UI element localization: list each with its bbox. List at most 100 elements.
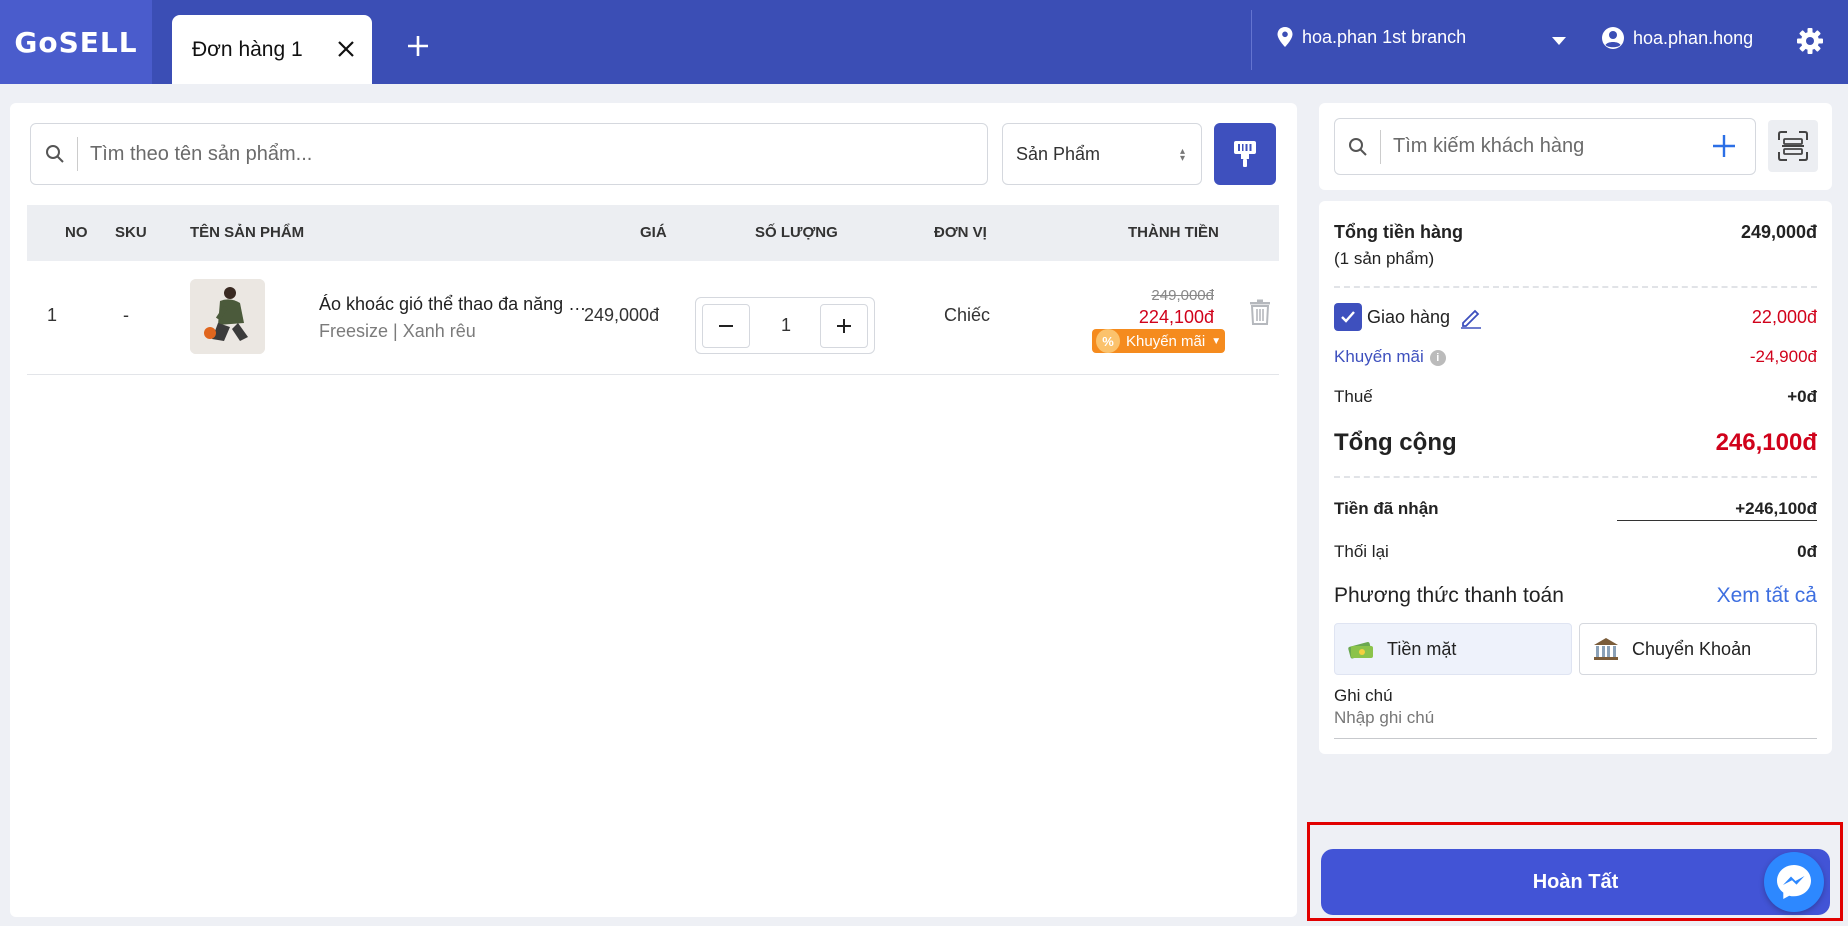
change-value: 0đ (1797, 542, 1817, 561)
subtotal-value: 249,000đ (1740, 222, 1817, 242)
order-summary: Tổng tiền hàng (1 sản phẩm) 249,000đ Gia… (1319, 201, 1832, 754)
tax-label: Thuế (1334, 387, 1373, 406)
customer-panel (1319, 103, 1832, 190)
subtotal-count: (1 sản phẩm) (1334, 249, 1435, 268)
quantity-stepper: 1 (695, 297, 875, 354)
top-bar: GoSELL Đơn hàng 1 hoa.phan 1st branch ho… (0, 0, 1848, 84)
logo[interactable]: GoSELL (0, 0, 152, 84)
row-no: 1 (47, 305, 58, 325)
product-search-input[interactable] (90, 142, 910, 166)
tab-label: Đơn hàng 1 (192, 37, 303, 61)
barcode-scanner-icon (1234, 141, 1256, 167)
subtotal-label: Tổng tiền hàng (1334, 222, 1463, 242)
shipping-value: 22,000đ (1751, 307, 1817, 327)
col-unit: ĐƠN VỊ (934, 224, 987, 241)
table-row: 1 - Áo khoác gió thể thao đa năng cả... … (27, 261, 1279, 375)
note-underline (1334, 738, 1817, 739)
scan-customer-button[interactable] (1768, 120, 1818, 172)
promotion-summary-label: Khuyến mãi (1334, 347, 1424, 366)
product-thumbnail (190, 279, 265, 354)
promotion-dropdown[interactable]: % Khuyến mãi ▼ (1092, 329, 1225, 353)
messenger-chat-button[interactable] (1764, 852, 1824, 912)
note-label: Ghi chú (1334, 686, 1393, 705)
search-separator (77, 137, 78, 171)
view-all-link[interactable]: Xem tất cả (1717, 584, 1817, 608)
increase-quantity-button[interactable] (820, 304, 868, 348)
search-type-select[interactable]: Sản Phẩm ▴ ▾ (1002, 123, 1202, 185)
row-price: 249,000đ (584, 305, 660, 325)
caret-down-icon: ▼ (1211, 335, 1222, 347)
bank-icon (1594, 638, 1618, 660)
search-icon (1349, 137, 1367, 156)
tax-value: +0đ (1787, 387, 1817, 406)
table-header: NO SKU TÊN SẢN PHẨM GIÁ SỐ LƯỢNG ĐƠN VỊ … (27, 205, 1279, 261)
decrease-quantity-button[interactable] (702, 304, 750, 348)
promotion-value: -24,900đ (1749, 347, 1817, 366)
info-icon[interactable]: i (1429, 349, 1446, 366)
dashed-divider (1334, 476, 1817, 478)
plus-icon (837, 319, 851, 333)
check-icon (1341, 311, 1355, 323)
col-no: NO (65, 224, 88, 241)
original-total: 249,000đ (1151, 287, 1214, 304)
tab-order-1[interactable]: Đơn hàng 1 (172, 15, 372, 84)
cash-icon (1348, 642, 1373, 659)
payment-transfer-button[interactable]: Chuyển Khoản (1579, 623, 1817, 675)
complete-button-label: Hoàn Tất (1532, 870, 1619, 893)
col-name: TÊN SẢN PHẨM (190, 224, 305, 241)
scan-frame-icon (1778, 131, 1808, 161)
add-tab-icon[interactable] (405, 33, 431, 59)
close-icon[interactable] (334, 37, 358, 61)
order-panel: Sản Phẩm ▴▾ NO SKU TÊN SẢN PHẨM GIÁ SỐ L… (10, 103, 1297, 917)
branch-name: hoa.phan 1st branch (1302, 26, 1467, 47)
payment-method-label: Phương thức thanh toán (1334, 584, 1564, 607)
complete-highlight-box: Hoàn Tất (1307, 822, 1843, 921)
chevron-down-icon[interactable] (1552, 37, 1566, 45)
row-sku: - (123, 305, 129, 325)
search-icon (46, 145, 64, 163)
trash-icon[interactable] (1249, 299, 1271, 325)
col-price: GIÁ (640, 224, 667, 241)
shipping-label: Giao hàng (1367, 307, 1451, 327)
search-separator (1380, 129, 1381, 164)
payment-transfer-label: Chuyển Khoản (1632, 638, 1752, 659)
customer-search[interactable] (1334, 118, 1756, 175)
col-total: THÀNH TIỀN (1128, 224, 1219, 241)
minus-icon (719, 325, 733, 327)
gear-icon[interactable] (1796, 27, 1824, 55)
received-amount-input[interactable]: +246,100đ (1735, 499, 1817, 519)
barcode-scan-button[interactable] (1214, 123, 1276, 185)
branch-selector[interactable]: hoa.phan 1st branch (1276, 26, 1466, 48)
discounted-total: 224,100đ (1138, 307, 1214, 327)
payment-cash-button[interactable]: Tiền mặt (1334, 623, 1572, 675)
product-variant: Freesize | Xanh rêu (319, 321, 476, 341)
row-unit: Chiếc (944, 305, 991, 325)
shipping-checkbox[interactable] (1334, 303, 1362, 331)
change-label: Thối lại (1334, 542, 1389, 561)
user-menu[interactable]: hoa.phan.hong (1601, 26, 1753, 50)
promotion-row[interactable]: Khuyến mãi i (1334, 347, 1446, 367)
promotion-label: Khuyến mãi (1126, 332, 1206, 350)
percent-icon: % (1096, 329, 1120, 353)
search-type-value: Sản Phẩm (1016, 143, 1101, 164)
product-search[interactable] (30, 123, 988, 185)
user-avatar-icon (1602, 27, 1624, 49)
logo-text: GoSELL (14, 25, 138, 59)
grand-total-value: 246,100đ (1715, 429, 1817, 456)
dashed-divider (1334, 286, 1817, 288)
header-divider (1251, 10, 1252, 70)
messenger-icon (1777, 865, 1811, 899)
note-input[interactable]: Nhập ghi chú (1334, 708, 1434, 728)
received-label: Tiền đã nhận (1334, 499, 1439, 518)
product-name[interactable]: Áo khoác gió thể thao đa năng cả... (319, 294, 594, 315)
complete-order-button[interactable]: Hoàn Tất (1321, 849, 1830, 915)
customer-search-input[interactable] (1393, 135, 1693, 158)
payment-cash-label: Tiền mặt (1387, 638, 1457, 659)
add-customer-icon[interactable] (1711, 133, 1737, 159)
location-pin-icon (1277, 27, 1293, 47)
received-underline (1617, 520, 1817, 521)
quantity-value[interactable]: 1 (766, 315, 806, 336)
edit-pencil-icon[interactable] (1459, 305, 1483, 329)
user-name: hoa.phan.hong (1633, 27, 1754, 48)
col-sku: SKU (115, 224, 147, 241)
